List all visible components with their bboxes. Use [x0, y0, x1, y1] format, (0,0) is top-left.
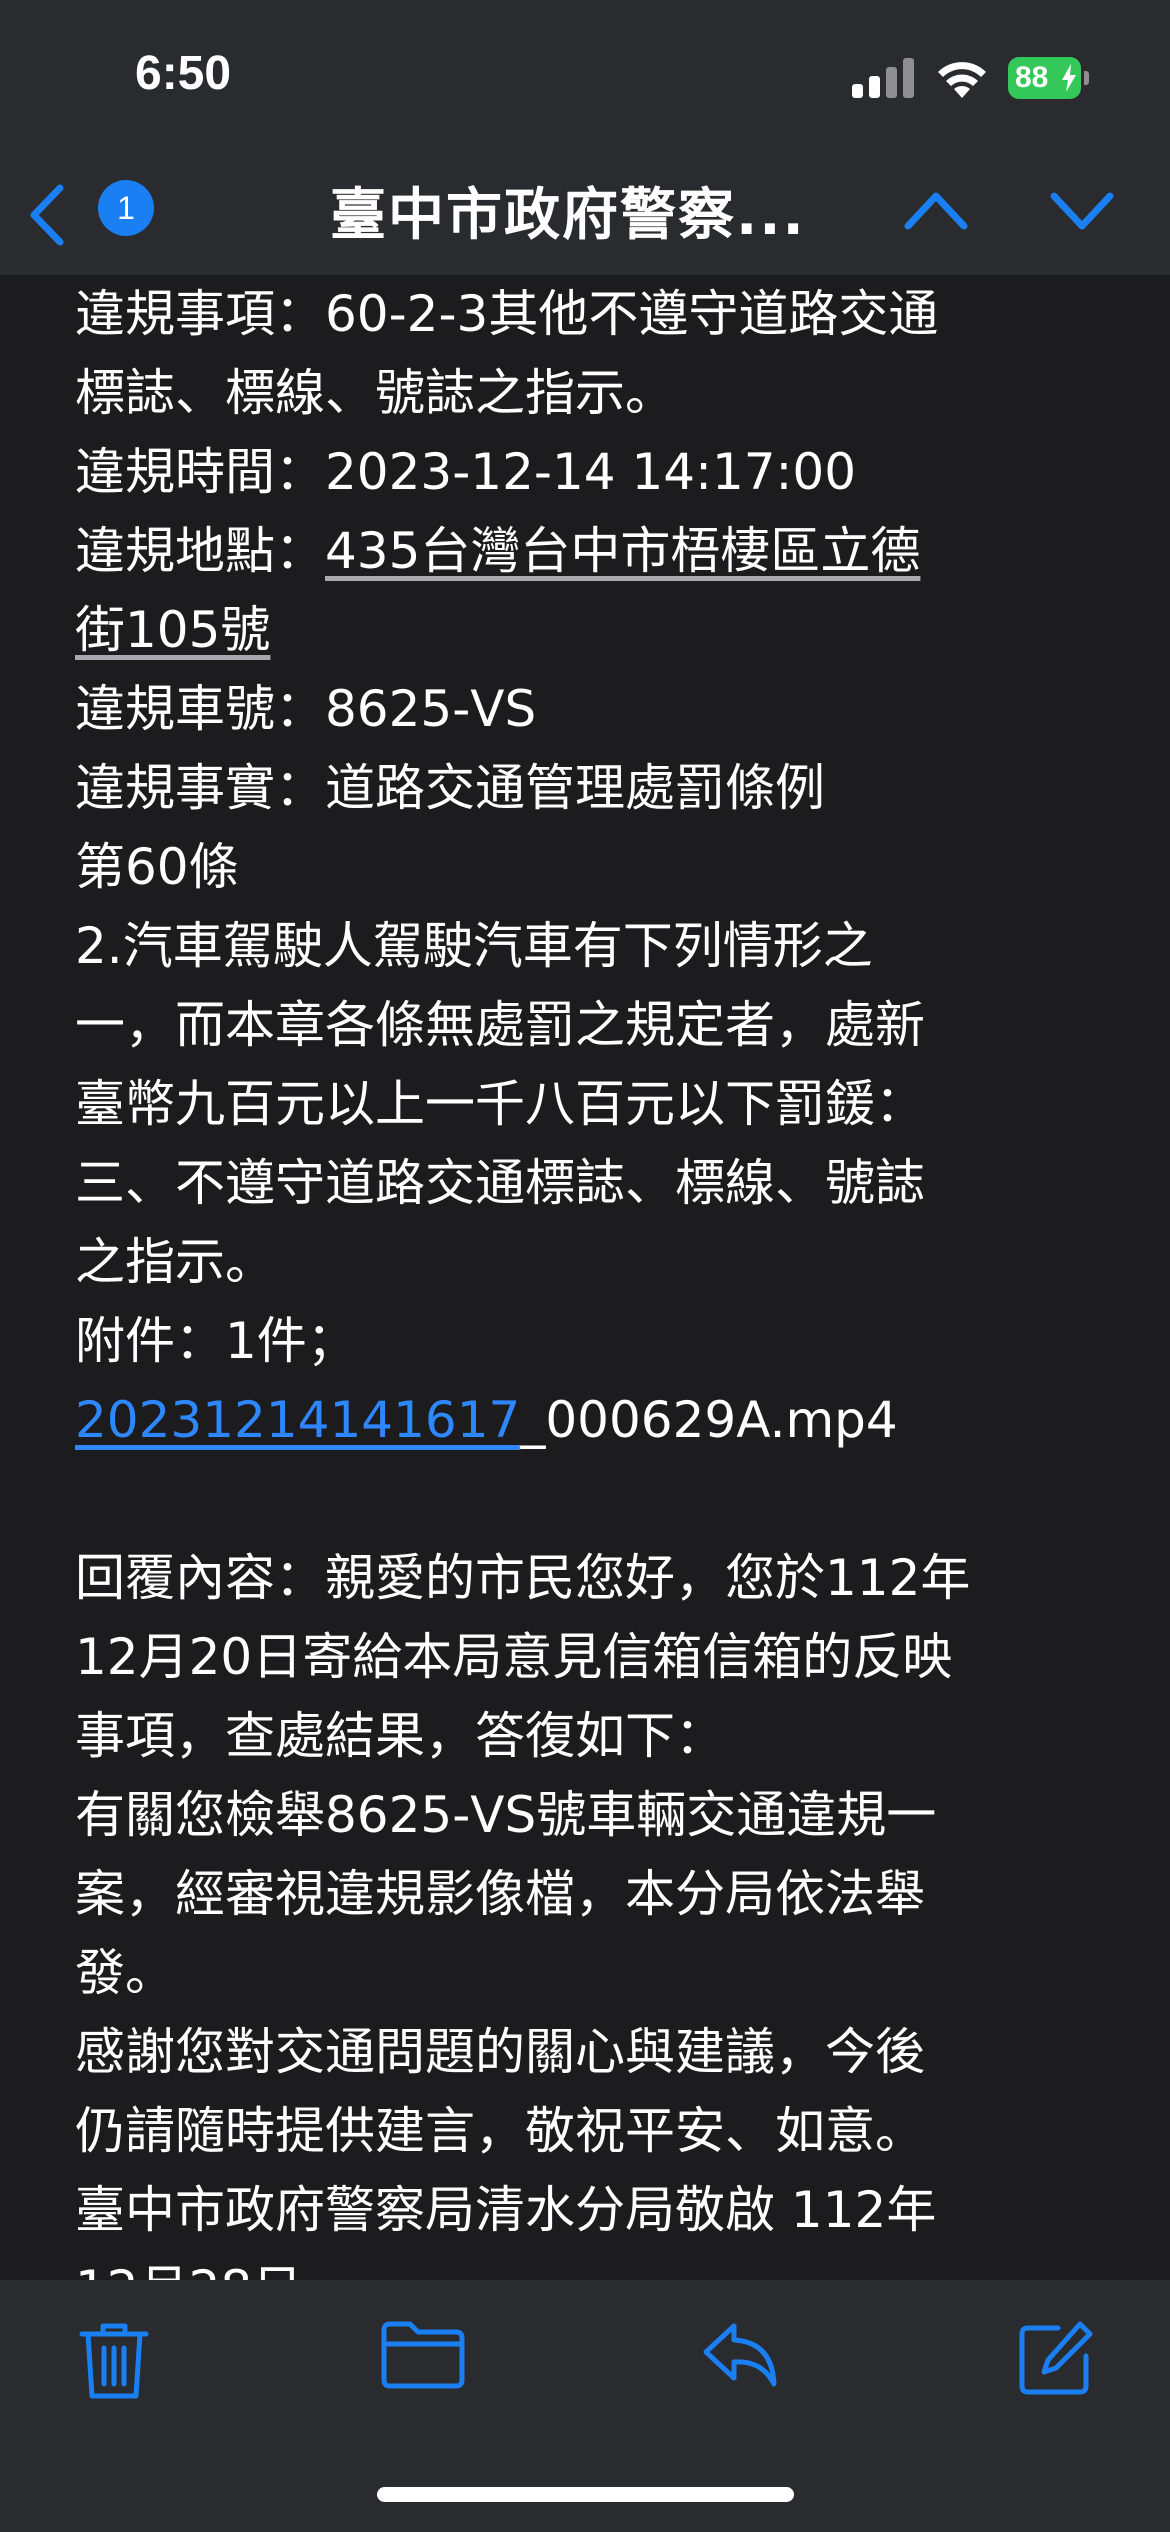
- charging-bolt-icon: [1062, 64, 1076, 92]
- body-line: 臺幣九百元以上一千八百元以下罰鍰：: [75, 1075, 925, 1133]
- attachment-line: 20231214141617_000629A.mp4: [75, 1381, 1135, 1460]
- body-line: 仍請隨時提供建言，敬祝平安、如意。: [75, 2102, 925, 2160]
- status-time: 6:50: [135, 47, 232, 100]
- body-line-location: 違規地點：435台灣台中市梧棲區立德: [75, 512, 1135, 591]
- body-line: 2.汽車駕駛人駕駛汽車有下列情形之: [75, 917, 873, 975]
- body-line: 臺中市政府警察局清水分局敬啟 112年: [75, 2181, 937, 2239]
- body-line: 感謝您對交通問題的關心與建議，今後: [75, 2023, 925, 2081]
- status-bar: 6:50 88: [0, 0, 1170, 160]
- unread-count-badge[interactable]: 1: [98, 180, 154, 236]
- trash-icon[interactable]: [78, 2320, 150, 2402]
- body-line: 違規車號：8625-VS: [75, 680, 537, 738]
- location-label: 違規地點：: [75, 522, 325, 580]
- navigation-bar: 1 臺中市政府警察...: [0, 160, 1170, 275]
- body-line: 有關您檢舉8625-VS號車輛交通違規一: [75, 1786, 937, 1844]
- compose-icon[interactable]: [1018, 2320, 1094, 2396]
- body-line: 第60條: [75, 838, 239, 896]
- body-line: 回覆內容：親愛的市民您好，您於112年: [75, 1549, 971, 1607]
- body-line: 街105號: [75, 591, 1135, 670]
- battery-indicator: 88: [1008, 57, 1089, 99]
- attachment-timestamp-link[interactable]: 20231214141617: [75, 1391, 520, 1449]
- address-link[interactable]: 435台灣台中市梧棲區立德: [325, 522, 920, 580]
- cellular-signal-icon: [852, 58, 914, 98]
- body-line: 一，而本章各條無處罰之規定者，處新: [75, 996, 925, 1054]
- body-line: 案，經審視違規影像檔，本分局依法舉: [75, 1865, 925, 1923]
- chevron-left-icon[interactable]: [24, 180, 72, 250]
- wifi-icon: [938, 62, 986, 98]
- body-line: 違規時間：2023-12-14 14:17:00: [75, 443, 857, 501]
- reply-icon[interactable]: [700, 2320, 780, 2390]
- chevron-down-icon[interactable]: [1048, 186, 1116, 234]
- body-line: 發。: [75, 1944, 175, 2002]
- body-line: 12月20日寄給本局意見信箱信箱的反映: [75, 1628, 953, 1686]
- body-line: 事項，查處結果，答復如下：: [75, 1707, 725, 1765]
- body-line: 附件：1件；: [75, 1312, 357, 1370]
- body-line: 標誌、標線、號誌之指示。: [75, 364, 675, 422]
- message-title: 臺中市政府警察...: [330, 183, 806, 248]
- battery-nub: [1084, 71, 1089, 85]
- chevron-up-icon[interactable]: [902, 186, 970, 234]
- body-line: 違規事實：道路交通管理處罰條例: [75, 759, 825, 817]
- folder-icon[interactable]: [380, 2320, 466, 2390]
- email-body: 違規事項：60-2-3其他不遵守道路交通 標誌、標線、號誌之指示。 違規時間：2…: [75, 275, 1135, 2280]
- body-line: 之指示。: [75, 1233, 275, 1291]
- body-line: 違規事項：60-2-3其他不遵守道路交通: [75, 285, 939, 343]
- body-line: 12月28日: [75, 2250, 1135, 2280]
- home-indicator[interactable]: [377, 2487, 794, 2502]
- attachment-filename: _000629A.mp4: [520, 1391, 898, 1449]
- body-line: 三、不遵守道路交通標誌、標線、號誌: [75, 1154, 925, 1212]
- address-link-continued[interactable]: 街105號: [75, 601, 270, 659]
